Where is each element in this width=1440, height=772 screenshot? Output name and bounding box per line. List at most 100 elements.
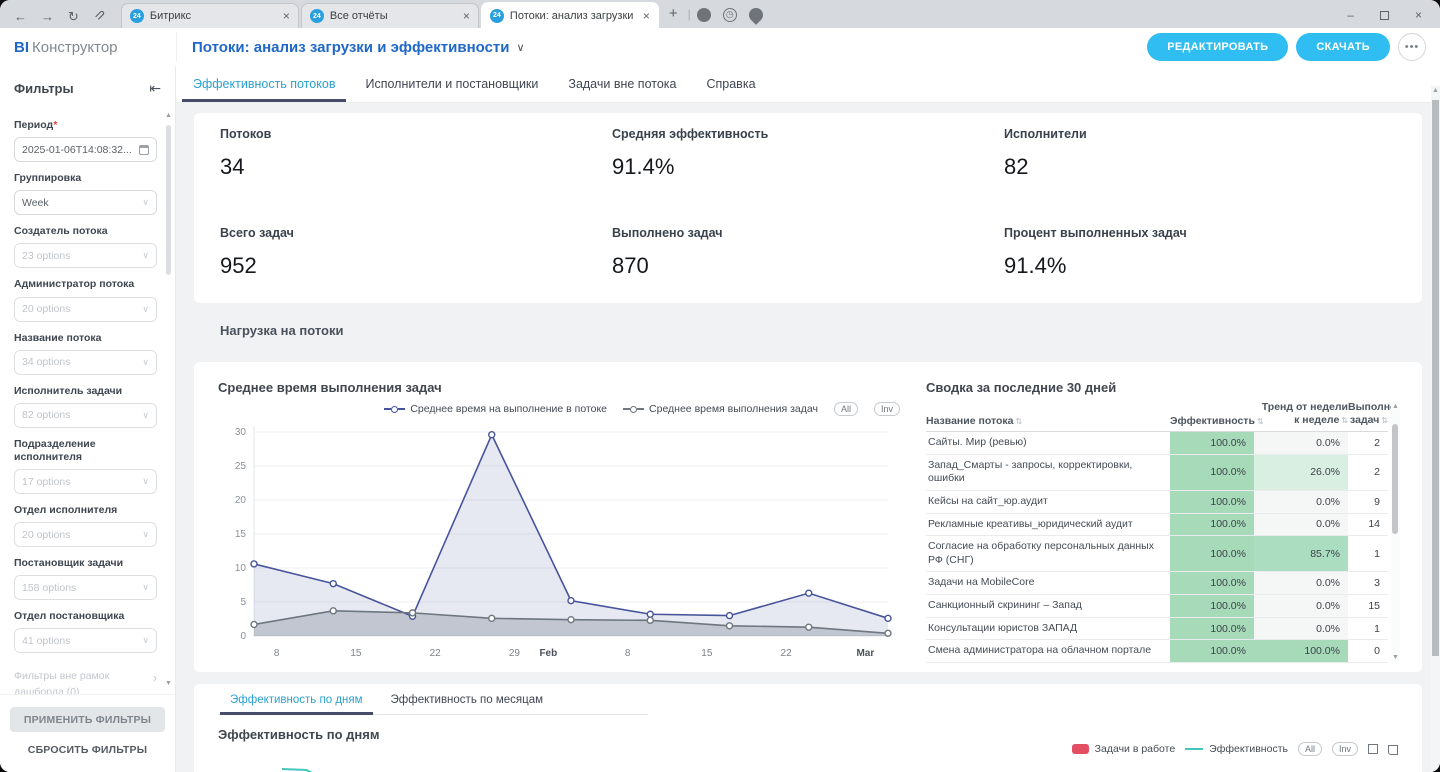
- sort-icon[interactable]: ⇅: [1381, 416, 1388, 425]
- minimize-button[interactable]: –: [1347, 9, 1354, 21]
- legend-item-task-time[interactable]: Среднее время выполнения задач: [623, 403, 818, 415]
- reset-filters-button[interactable]: СБРОСИТЬ ФИЛЬТРЫ: [28, 744, 147, 756]
- scroll-up-icon[interactable]: ▲: [1431, 86, 1440, 95]
- table-row[interactable]: Кейсы на сайт_юр.аудит 100.0% 0.0% 9: [926, 491, 1388, 514]
- kpi-panel: Потоков 34 Средняя эффективность 91.4% И…: [194, 113, 1422, 303]
- table-row[interactable]: Запад_Смарты - запросы, корректировки, о…: [926, 455, 1388, 491]
- table-row[interactable]: Сайты. Мир (ревью) 100.0% 0.0% 2: [926, 432, 1388, 455]
- table-row[interactable]: Согласие на обработку персональных данны…: [926, 536, 1388, 572]
- tab-flows-effectiveness[interactable]: Эффективность потоков: [178, 66, 350, 102]
- flow-name-cell: Согласие на обработку персональных данны…: [926, 536, 1170, 571]
- browser-tab-bitrix[interactable]: 24 Битрикс ×: [121, 3, 299, 28]
- legend-inv-button[interactable]: Inv: [874, 402, 900, 416]
- data-point[interactable]: [410, 610, 416, 616]
- data-point[interactable]: [251, 561, 257, 567]
- data-point[interactable]: [885, 630, 891, 636]
- scroll-up-icon[interactable]: ▲: [1391, 402, 1400, 411]
- table-row[interactable]: Рекламные креативы_юридический аудит 100…: [926, 514, 1388, 537]
- scrollbar-thumb[interactable]: [166, 125, 171, 275]
- table-row[interactable]: Задачи на MobileCore 100.0% 0.0% 3: [926, 572, 1388, 595]
- column-header-trend[interactable]: Тренд от недели к неделе⇅: [1254, 401, 1348, 427]
- scroll-down-icon[interactable]: ▼: [1391, 653, 1400, 662]
- filter-select[interactable]: 20 options ∨: [14, 297, 157, 322]
- report-title[interactable]: Потоки: анализ загрузки и эффективности …: [192, 39, 525, 56]
- table-row[interactable]: Смена администратора на облачном портале…: [926, 640, 1388, 663]
- data-point[interactable]: [885, 615, 891, 621]
- legend-inv-button[interactable]: Inv: [1332, 742, 1358, 756]
- filter-select[interactable]: 23 options ∨: [14, 243, 157, 268]
- link-icon[interactable]: [93, 9, 105, 23]
- collapse-sidebar-icon[interactable]: ⇤: [149, 80, 161, 97]
- tab-effectiveness-by-months[interactable]: Эффективность по месяцам: [379, 684, 555, 714]
- data-point[interactable]: [647, 611, 653, 617]
- tab-tasks-outside-flow[interactable]: Задачи вне потока: [553, 66, 691, 102]
- period-input[interactable]: 2025-01-06T14:08:32...: [14, 137, 157, 162]
- table-row[interactable]: Санкционный скрининг – Запад 100.0% 0.0%…: [926, 595, 1388, 618]
- scroll-up-icon[interactable]: ▲: [164, 111, 173, 120]
- maximize-button[interactable]: [1380, 11, 1389, 20]
- sort-icon[interactable]: ⇅: [1341, 416, 1348, 425]
- scroll-down-icon[interactable]: ▼: [164, 679, 173, 688]
- legend-item-flow-time[interactable]: Среднее время на выполнение в потоке: [384, 403, 607, 415]
- data-point[interactable]: [568, 617, 574, 623]
- tab-close-icon[interactable]: ×: [643, 9, 650, 23]
- data-point[interactable]: [568, 598, 574, 604]
- apply-filters-button[interactable]: ПРИМЕНИТЬ ФИЛЬТРЫ: [10, 707, 165, 732]
- outer-filters-link[interactable]: Фильтры вне рамок дашборда (0) ›: [14, 669, 157, 694]
- legend-item-effectiveness[interactable]: Эффективность: [1185, 743, 1288, 755]
- scrollbar-thumb[interactable]: [1392, 424, 1398, 534]
- column-header-efficiency[interactable]: Эффективность⇅: [1170, 415, 1254, 427]
- data-point[interactable]: [727, 623, 733, 629]
- filter-select[interactable]: 158 options ∨: [14, 575, 157, 600]
- data-point[interactable]: [251, 621, 257, 627]
- edit-button[interactable]: РЕДАКТИРОВАТЬ: [1147, 33, 1288, 61]
- close-button[interactable]: ×: [1415, 9, 1422, 21]
- tab-help[interactable]: Справка: [691, 66, 770, 102]
- legend-all-button[interactable]: All: [1298, 742, 1322, 756]
- table-scrollbar[interactable]: ▲ ▼: [1391, 402, 1400, 664]
- download-button[interactable]: СКАЧАТЬ: [1296, 33, 1390, 61]
- tab-close-icon[interactable]: ×: [283, 9, 290, 23]
- filter-select[interactable]: 17 options ∨: [14, 469, 157, 494]
- scrollbar-thumb[interactable]: [1432, 100, 1439, 656]
- page-scrollbar[interactable]: ▲: [1431, 86, 1440, 772]
- lasso-select-icon[interactable]: [1388, 745, 1398, 755]
- filter-select[interactable]: 82 options ∨: [14, 403, 157, 428]
- legend-all-button[interactable]: All: [834, 402, 858, 416]
- data-point[interactable]: [806, 624, 812, 630]
- tab-close-icon[interactable]: ×: [463, 9, 470, 23]
- box-select-icon[interactable]: [1368, 744, 1378, 754]
- browser-tab-reports[interactable]: 24 Все отчёты ×: [301, 3, 479, 28]
- sort-icon[interactable]: ⇅: [1016, 417, 1023, 426]
- data-point[interactable]: [489, 615, 495, 621]
- data-point[interactable]: [647, 617, 653, 623]
- data-point[interactable]: [727, 613, 733, 619]
- data-point[interactable]: [806, 590, 812, 596]
- legend-item-tasks-in-progress[interactable]: Задачи в работе: [1072, 743, 1176, 755]
- tab-performers-creators[interactable]: Исполнители и постановщики: [350, 66, 553, 102]
- filter-select[interactable]: 34 options ∨: [14, 350, 157, 375]
- column-header-done[interactable]: Выполнено задач⇅: [1348, 401, 1388, 427]
- profile-icon[interactable]: [697, 8, 711, 22]
- table-row[interactable]: Консультации юристов ЗАПАД 100.0% 0.0% 1: [926, 618, 1388, 641]
- kpi-card: Всего задач 952: [220, 226, 612, 293]
- forward-icon[interactable]: →: [41, 10, 54, 23]
- data-point[interactable]: [489, 432, 495, 438]
- filter-select[interactable]: 41 options ∨: [14, 628, 157, 653]
- tab-effectiveness-by-days[interactable]: Эффективность по дням: [218, 684, 375, 714]
- filter-select[interactable]: 20 options ∨: [14, 522, 157, 547]
- back-icon[interactable]: ←: [14, 10, 27, 23]
- column-header-flow-name[interactable]: Название потока⇅: [926, 415, 1170, 427]
- drop-icon[interactable]: [746, 5, 766, 25]
- grouping-select[interactable]: Week ∨: [14, 190, 157, 215]
- calendar-icon[interactable]: [139, 145, 149, 155]
- new-tab-button[interactable]: +: [661, 5, 688, 28]
- history-clock-icon[interactable]: ◷: [723, 8, 737, 22]
- data-point[interactable]: [330, 581, 336, 587]
- sidebar-scrollbar[interactable]: ▲ ▼: [164, 111, 173, 688]
- browser-tab-flows-active[interactable]: 24 Потоки: анализ загрузки и эфф ×: [481, 2, 659, 28]
- data-point[interactable]: [330, 608, 336, 614]
- filter-value: 23 options: [22, 250, 138, 262]
- refresh-icon[interactable]: ↻: [68, 10, 79, 23]
- more-menu-button[interactable]: •••: [1398, 33, 1426, 61]
